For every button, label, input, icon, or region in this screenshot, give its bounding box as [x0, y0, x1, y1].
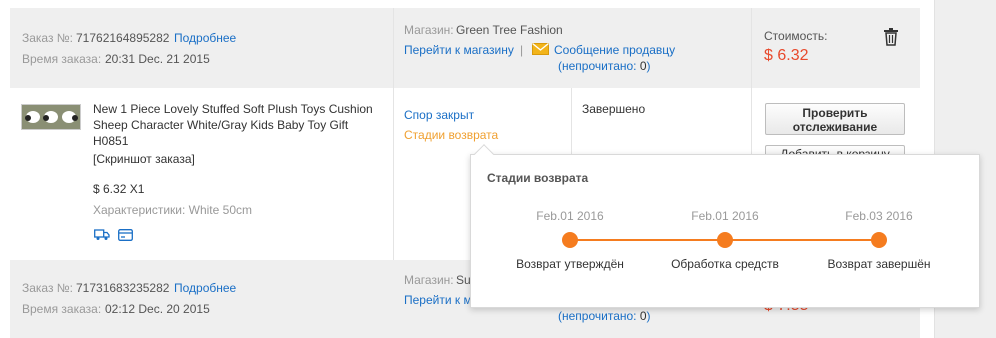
order-number-label: Заказ №: [22, 281, 74, 295]
card-icon[interactable] [118, 229, 133, 241]
item-attributes: Характеристики: White 50cm [93, 203, 252, 217]
step-date: Feb.01 2016 [691, 209, 759, 223]
unread-messages[interactable]: (непрочитано: 0) [558, 309, 651, 323]
step-date: Feb.03 2016 [845, 209, 913, 223]
unread-prefix: (непрочитано: [558, 59, 637, 73]
item-price-quantity: $ 6.32 X1 [93, 182, 145, 196]
return-stages-link[interactable]: Стадии возврата [404, 128, 498, 142]
order-time: 20:31 Dec. 21 2015 [105, 52, 210, 66]
order-time: 02:12 Dec. 20 2015 [105, 302, 210, 316]
product-title-line1[interactable]: New 1 Piece Lovely Stuffed Soft Plush To… [93, 102, 373, 116]
step-label: Возврат завершён [827, 257, 931, 271]
order-cost: $ 6.32 [764, 47, 809, 64]
separator: | [520, 43, 524, 57]
step-label: Обработка средств [671, 257, 779, 271]
message-seller-link[interactable]: Сообщение продавцу [554, 43, 675, 57]
unread-count: 0 [639, 59, 647, 73]
truck-icon[interactable] [94, 228, 110, 241]
unread-suffix: ) [646, 309, 651, 323]
product-title-line2[interactable]: Sheep Character White/Gray Kids Baby Toy… [93, 118, 348, 132]
trash-icon[interactable] [883, 28, 899, 46]
order-details-link[interactable]: Подробнее [174, 281, 236, 295]
store-label: Магазин: [404, 273, 454, 287]
track-button-line2: отслеживание [792, 120, 878, 134]
step-date: Feb.01 2016 [536, 209, 604, 223]
step-label: Возврат утверждён [516, 257, 624, 271]
order-time-label: Время заказа: [22, 302, 102, 316]
popup-title: Стадии возврата [487, 171, 589, 185]
order-number: 71731683235282 [76, 281, 170, 295]
dispute-closed-link[interactable]: Спор закрыт [404, 108, 474, 122]
track-order-button[interactable]: Проверить отслеживание [765, 103, 905, 135]
order-time-label: Время заказа: [22, 52, 102, 66]
column-divider [393, 8, 394, 260]
order-number: 71762164895282 [76, 31, 170, 45]
order-status: Завершено [582, 102, 646, 116]
order-snapshot-link[interactable]: [Скриншот заказа] [93, 152, 195, 166]
step-dot [717, 232, 733, 248]
product-title-line3[interactable]: H0851 [93, 134, 128, 148]
track-button-line1: Проверить [802, 106, 868, 120]
product-thumbnail[interactable] [21, 104, 81, 130]
cost-label: Стоимость: [764, 29, 828, 43]
unread-suffix: ) [646, 59, 651, 73]
order-header: Заказ №: 71762164895282 Подробнее Время … [10, 8, 920, 88]
unread-prefix: (непрочитано: [558, 309, 637, 323]
order-number-label: Заказ №: [22, 31, 74, 45]
store-name: Green Tree Fashion [456, 23, 563, 37]
step-dot [871, 232, 887, 248]
order-details-link[interactable]: Подробнее [174, 31, 236, 45]
go-to-store-link[interactable]: Перейти к магазину [404, 43, 514, 57]
unread-messages[interactable]: (непрочитано: 0) [558, 59, 651, 73]
step-dot [562, 232, 578, 248]
unread-count: 0 [639, 309, 647, 323]
return-stages-popup: Стадии возврата Feb.01 2016 Возврат утве… [470, 144, 980, 308]
store-name: Su [456, 273, 471, 287]
store-label: Магазин: [404, 23, 454, 37]
envelope-icon [532, 42, 549, 55]
